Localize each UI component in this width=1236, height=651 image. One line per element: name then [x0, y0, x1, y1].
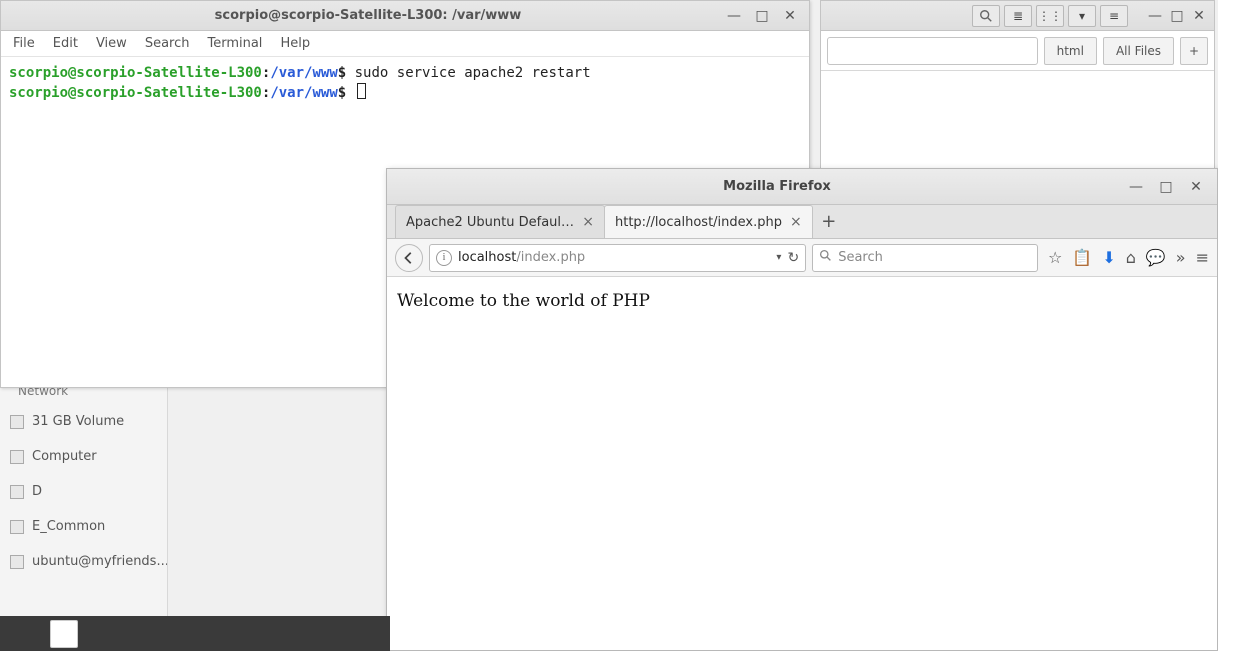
file-manager-toolbar: html All Files +: [821, 31, 1214, 71]
tab-close-icon[interactable]: ×: [790, 214, 802, 230]
tab-close-icon[interactable]: ×: [582, 214, 594, 230]
grid-view-button[interactable]: ⋮⋮: [1036, 5, 1064, 27]
menu-file[interactable]: File: [13, 36, 35, 51]
search-button[interactable]: [972, 5, 1000, 27]
menu-terminal[interactable]: Terminal: [207, 36, 262, 51]
window-minimize[interactable]: —: [1146, 7, 1164, 25]
hamburger-icon[interactable]: ≡: [1196, 248, 1209, 267]
menu-search[interactable]: Search: [145, 36, 190, 51]
reload-button[interactable]: ↻: [787, 250, 799, 266]
page-text: Welcome to the world of PHP: [397, 291, 650, 311]
nav-back-button[interactable]: [395, 244, 423, 272]
list-view-icon: ≣: [1013, 9, 1023, 23]
prompt-user: scorpio@scorpio-Satellite-L300: [9, 65, 262, 81]
overflow-icon[interactable]: »: [1176, 248, 1186, 267]
firefox-navbar: i localhost/index.php ▾ ↻ Search ☆ 📋 ⬇ ⌂…: [387, 239, 1217, 277]
url-dropdown-icon[interactable]: ▾: [776, 252, 781, 263]
sidebar-item-label: ubuntu@myfriends...: [32, 554, 167, 569]
network-icon: [10, 555, 24, 569]
terminal-menubar: File Edit View Search Terminal Help: [1, 31, 809, 57]
desktop-file-icon[interactable]: [50, 620, 78, 648]
search-bar[interactable]: Search: [812, 244, 1038, 272]
terminal-body[interactable]: scorpio@scorpio-Satellite-L300:/var/www$…: [1, 57, 809, 109]
window-minimize[interactable]: —: [725, 7, 743, 25]
terminal-titlebar[interactable]: scorpio@scorpio-Satellite-L300: /var/www…: [1, 1, 809, 31]
tab-label: http://localhost/index.php: [615, 215, 782, 230]
tab-apache-default[interactable]: Apache2 Ubuntu Default ... ×: [395, 205, 605, 238]
menu-edit[interactable]: Edit: [53, 36, 78, 51]
search-icon: [979, 9, 993, 23]
arrow-left-icon: [402, 251, 416, 265]
firefox-title: Mozilla Firefox: [427, 179, 1127, 194]
url-bar[interactable]: i localhost/index.php ▾ ↻: [429, 244, 806, 272]
firefox-tabsbar: Apache2 Ubuntu Default ... × http://loca…: [387, 205, 1217, 239]
window-close[interactable]: ✕: [781, 7, 799, 25]
site-info-icon[interactable]: i: [436, 250, 452, 266]
sidebar-item-computer[interactable]: Computer: [0, 439, 167, 474]
firefox-page-content: Welcome to the world of PHP: [387, 277, 1217, 325]
window-close[interactable]: ✕: [1190, 7, 1208, 25]
scroll-gutter: [1218, 0, 1236, 651]
path-input[interactable]: [827, 37, 1038, 65]
chevron-down-icon: ▾: [1079, 9, 1085, 23]
sidebar-item-volume[interactable]: 31 GB Volume: [0, 404, 167, 439]
downloads-icon[interactable]: ⬇: [1102, 248, 1115, 267]
bookmark-star-icon[interactable]: ☆: [1048, 248, 1062, 267]
tab-localhost-index[interactable]: http://localhost/index.php ×: [604, 205, 813, 238]
breadcrumb-allfiles[interactable]: All Files: [1103, 37, 1174, 65]
drive-icon: [10, 485, 24, 499]
menu-help[interactable]: Help: [280, 36, 310, 51]
list-view-button[interactable]: ≣: [1004, 5, 1032, 27]
chat-icon[interactable]: 💬: [1146, 248, 1166, 267]
sidebar-item-d[interactable]: D: [0, 474, 167, 509]
add-button[interactable]: +: [1180, 37, 1208, 65]
window-maximize[interactable]: □: [1157, 178, 1175, 196]
prompt-user: scorpio@scorpio-Satellite-L300: [9, 85, 262, 101]
window-maximize[interactable]: □: [1168, 7, 1186, 25]
window-close[interactable]: ✕: [1187, 178, 1205, 196]
home-icon[interactable]: ⌂: [1126, 248, 1136, 267]
terminal-command: sudo service apache2 restart: [355, 65, 591, 81]
tab-label: Apache2 Ubuntu Default ...: [406, 215, 574, 230]
menu-button[interactable]: ≡: [1100, 5, 1128, 27]
window-minimize[interactable]: —: [1127, 178, 1145, 196]
computer-icon: [10, 450, 24, 464]
sidebar-item-label: 31 GB Volume: [32, 414, 124, 429]
drive-icon: [10, 520, 24, 534]
firefox-window: Mozilla Firefox — □ ✕ Apache2 Ubuntu Def…: [386, 168, 1218, 651]
drive-icon: [10, 415, 24, 429]
menu-view[interactable]: View: [96, 36, 127, 51]
plus-icon: +: [821, 211, 836, 232]
terminal-cursor: [357, 83, 366, 99]
new-tab-button[interactable]: +: [812, 205, 846, 238]
firefox-titlebar[interactable]: Mozilla Firefox — □ ✕: [387, 169, 1217, 205]
breadcrumb-html[interactable]: html: [1044, 37, 1097, 65]
url-text: localhost/index.php: [458, 250, 770, 265]
dropdown-button[interactable]: ▾: [1068, 5, 1096, 27]
prompt-path: /var/www: [270, 65, 337, 81]
clipboard-icon[interactable]: 📋: [1072, 248, 1092, 267]
search-placeholder: Search: [838, 250, 883, 265]
sidebar-item-label: D: [32, 484, 42, 499]
sidebar-item-label: Computer: [32, 449, 97, 464]
sidebar-item-ecommon[interactable]: E_Common: [0, 509, 167, 544]
sidebar-item-label: E_Common: [32, 519, 105, 534]
prompt-path: /var/www: [270, 85, 337, 101]
window-maximize[interactable]: □: [753, 7, 771, 25]
firefox-toolbar-icons: ☆ 📋 ⬇ ⌂ 💬 » ≡: [1044, 248, 1209, 267]
terminal-title: scorpio@scorpio-Satellite-L300: /var/www: [11, 8, 725, 23]
hamburger-icon: ≡: [1109, 9, 1119, 23]
sidebar-item-remote[interactable]: ubuntu@myfriends...: [0, 544, 167, 579]
search-icon: [819, 249, 832, 266]
grid-view-icon: ⋮⋮: [1038, 9, 1062, 23]
file-manager-titlebar[interactable]: ≣ ⋮⋮ ▾ ≡ — □ ✕: [821, 1, 1214, 31]
